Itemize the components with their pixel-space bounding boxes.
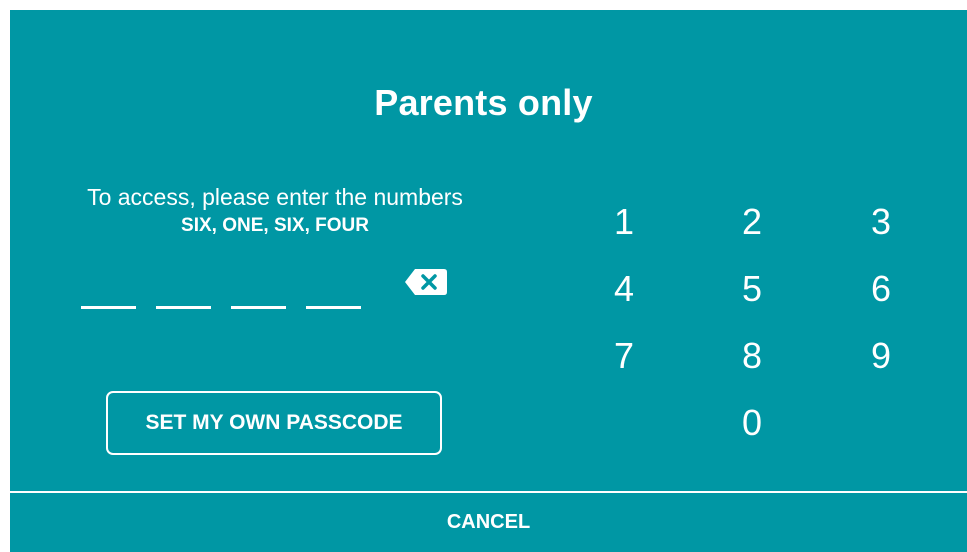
passcode-slot-4: [306, 306, 361, 309]
set-own-passcode-button[interactable]: SET MY OWN PASSCODE: [106, 391, 442, 455]
key-1[interactable]: 1: [584, 194, 664, 250]
backspace-button[interactable]: [404, 268, 448, 296]
key-8[interactable]: 8: [712, 328, 792, 384]
passcode-slot-2: [156, 306, 211, 309]
key-7[interactable]: 7: [584, 328, 664, 384]
key-0[interactable]: 0: [712, 395, 792, 451]
passcode-slot-3: [231, 306, 286, 309]
backspace-icon: [405, 269, 447, 295]
instructions: To access, please enter the numbers SIX,…: [50, 182, 500, 240]
key-6[interactable]: 6: [841, 261, 921, 317]
cancel-button[interactable]: CANCEL: [10, 493, 967, 552]
dialog-title: Parents only: [374, 82, 593, 123]
key-2[interactable]: 2: [712, 194, 792, 250]
key-4[interactable]: 4: [584, 261, 664, 317]
code-words: SIX, ONE, SIX, FOUR: [181, 215, 369, 236]
key-5[interactable]: 5: [712, 261, 792, 317]
passcode-slot-1: [81, 306, 136, 309]
parents-only-dialog: Parents only To access, please enter the…: [10, 10, 967, 552]
instruction-text: To access, please enter the numbers: [87, 184, 463, 210]
key-9[interactable]: 9: [841, 328, 921, 384]
key-3[interactable]: 3: [841, 194, 921, 250]
